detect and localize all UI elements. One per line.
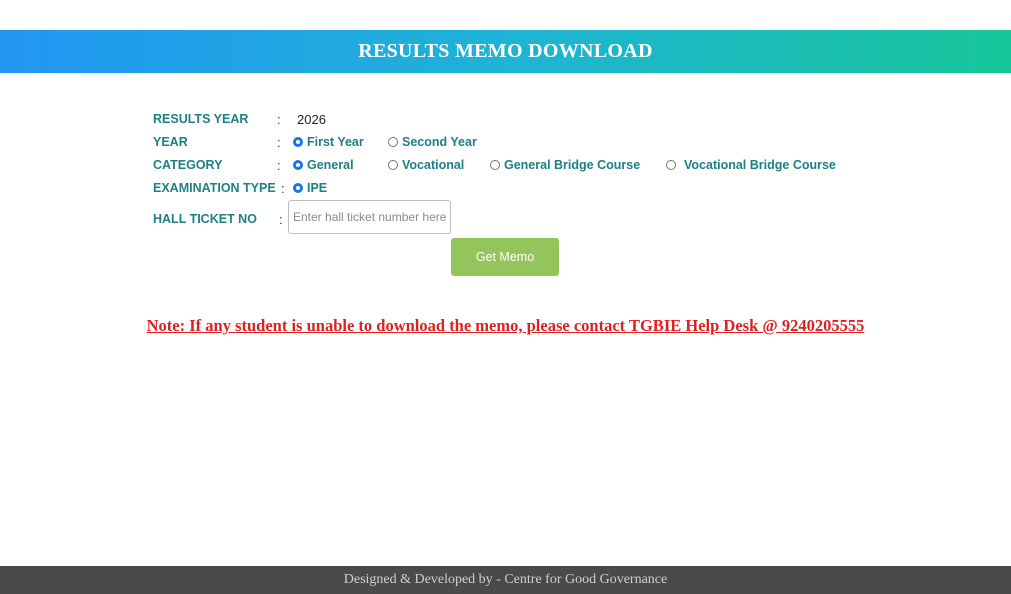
category-option-vocational-bridge-course[interactable]: Vocational Bridge Course [666,158,836,172]
examination-type-option-ipe[interactable]: IPE [293,181,327,195]
category-option-vocational-label: Vocational [402,158,465,172]
header-bar: RESULTS MEMO DOWNLOAD [0,30,1011,73]
examination-type-label: EXAMINATION TYPE [153,181,276,195]
examination-type-option-ipe-label: IPE [307,181,328,195]
category-option-general-bridge-course-label: General Bridge Course [504,158,641,172]
year-option-first-year-label: First Year [307,135,364,149]
year-option-first-year[interactable]: First Year [293,135,364,149]
page: RESULTS MEMO DOWNLOAD RESULTS YEAR : 202… [0,0,1011,594]
category-label: CATEGORY [153,158,223,172]
footer: Designed & Developed by - Centre for Goo… [0,566,1011,594]
category-colon: : [277,157,281,173]
year-colon: : [277,134,281,150]
radio-ipe[interactable] [293,183,303,193]
page-title: RESULTS MEMO DOWNLOAD [358,40,653,62]
category-option-vocational-bridge-course-label: Vocational Bridge Course [684,158,836,172]
radio-general-bridge-course[interactable] [490,160,500,170]
radio-first-year[interactable] [293,137,303,147]
footer-credit: Designed & Developed by - Centre for Goo… [343,572,668,587]
radio-vocational-bridge-course[interactable] [666,160,676,170]
get-memo-button[interactable]: Get Memo [451,238,559,276]
year-label: YEAR [153,135,188,149]
hall-ticket-label: HALL TICKET NO [153,212,257,226]
category-option-vocational[interactable]: Vocational [388,158,464,172]
results-year-label: RESULTS YEAR [153,112,249,126]
year-option-second-year[interactable]: Second Year [388,135,477,149]
category-option-general-label: General [307,158,354,172]
radio-second-year[interactable] [388,137,398,147]
results-year-value: 2026 [297,111,326,127]
year-option-second-year-label: Second Year [402,135,477,149]
radio-general[interactable] [293,160,303,170]
category-option-general[interactable]: General [293,158,354,172]
radio-vocational[interactable] [388,160,398,170]
examination-type-colon: : [281,180,285,196]
category-option-general-bridge-course[interactable]: General Bridge Course [490,158,640,172]
results-year-colon: : [277,111,281,127]
hall-ticket-colon: : [279,211,283,227]
help-desk-note: Note: If any student is unable to downlo… [146,316,865,335]
hall-ticket-input[interactable] [288,200,451,234]
